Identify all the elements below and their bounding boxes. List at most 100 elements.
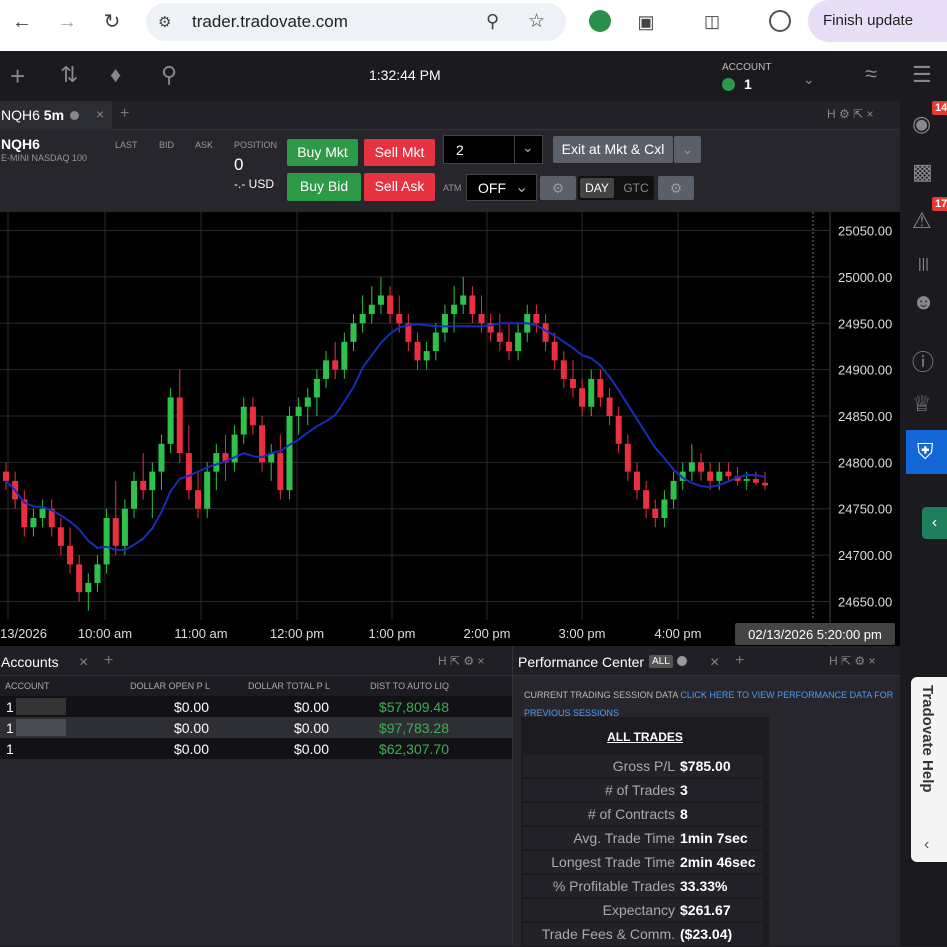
help-icon[interactable]: ⓘ xyxy=(912,345,934,377)
account-value[interactable]: 1 xyxy=(744,76,752,92)
candle-body xyxy=(688,462,695,472)
trophy-icon[interactable]: ♕ xyxy=(912,391,932,417)
candle-body xyxy=(350,323,357,342)
column-header[interactable]: DIST TO AUTO LIQ xyxy=(370,681,449,691)
add-tab-icon[interactable]: + xyxy=(120,105,129,123)
candle-body xyxy=(643,490,650,509)
candle-body xyxy=(496,332,503,342)
expand-panel-button[interactable]: ‹ xyxy=(922,507,947,539)
menu-icon[interactable]: ||| xyxy=(918,255,929,271)
shield-button[interactable]: ⛨ xyxy=(906,430,947,474)
order-panel: NQH6 E-MINI NASDAQ 100 LAST BID ASK POSI… xyxy=(0,130,900,212)
tradovate-help-tab[interactable]: Tradovate Help ‹ xyxy=(911,677,947,862)
warning-icon[interactable]: ⚠ xyxy=(912,208,932,234)
candle-body xyxy=(588,378,595,407)
stat-value: 33.33% xyxy=(680,878,728,894)
settings-sliders-icon[interactable]: ☰ xyxy=(912,62,932,88)
exit-dropdown-icon[interactable]: ⌄ xyxy=(674,136,701,163)
order-description: E-MINI NASDAQ 100 xyxy=(1,153,88,163)
table-row[interactable]: 1 $0.00 $0.00 $62,307.70 xyxy=(0,738,512,759)
stat-row: % Profitable Trades 33.33% xyxy=(523,875,763,897)
stat-row: Expectancy $261.67 xyxy=(523,899,763,921)
site-info-icon[interactable]: ⚙ xyxy=(158,13,178,31)
candle-body xyxy=(103,518,110,565)
tif-day[interactable]: DAY xyxy=(580,178,614,198)
panel-controls[interactable]: H ⇱ ⚙ × xyxy=(438,654,485,668)
candle-body xyxy=(441,314,448,333)
candle-body xyxy=(3,471,9,481)
stat-label: # of Contracts xyxy=(587,806,675,822)
atm-settings-icon[interactable]: ⚙ xyxy=(540,176,576,200)
chevron-down-icon[interactable]: ⌄ xyxy=(803,71,815,88)
forward-icon[interactable]: → xyxy=(54,9,80,35)
candle-body xyxy=(423,351,430,361)
column-header[interactable]: DOLLAR TOTAL P L xyxy=(248,681,330,691)
chat-icon[interactable]: ▩ xyxy=(912,159,933,185)
search-icon[interactable]: ⚲ xyxy=(161,62,177,88)
back-icon[interactable]: ← xyxy=(9,9,35,35)
tab-interval: 5m xyxy=(43,107,65,123)
stat-value: 8 xyxy=(680,806,688,822)
puzzle-icon[interactable]: ▣ xyxy=(633,9,659,35)
close-icon[interactable]: × xyxy=(710,654,719,672)
star-icon[interactable]: ☆ xyxy=(528,10,545,33)
status-dot xyxy=(677,656,687,666)
add-tab-icon[interactable]: + xyxy=(104,652,113,670)
transfer-icon[interactable]: ⇅ xyxy=(60,62,78,88)
atm-value: OFF xyxy=(478,180,506,196)
chart-icon[interactable]: ≈ xyxy=(865,61,877,87)
notification-badge: 14 xyxy=(932,101,947,115)
order-settings-icon[interactable]: ⚙ xyxy=(658,176,694,200)
column-header[interactable]: ACCOUNT xyxy=(5,681,50,691)
address-bar[interactable]: ⚙ trader.tradovate.com ⚲ ☆ xyxy=(146,3,566,41)
candle-body xyxy=(716,471,723,481)
exit-at-mkt-button[interactable]: Exit at Mkt & Cxl xyxy=(553,136,673,163)
total-pl-cell: $0.00 xyxy=(293,699,329,715)
panel-controls[interactable]: H ⇱ ⚙ × xyxy=(829,654,876,668)
sell-mkt-button[interactable]: Sell Mkt xyxy=(364,139,435,166)
candle-body xyxy=(368,304,375,314)
price-chart[interactable]: 25050.00 25000.00 24950.00 24900.00 24850.00… xyxy=(0,212,900,646)
candle-body xyxy=(176,397,183,454)
users-icon[interactable]: ☻ xyxy=(912,289,935,315)
stat-label: Avg. Trade Time xyxy=(573,830,675,846)
zoom-icon[interactable]: ⚲ xyxy=(486,11,499,32)
reload-icon[interactable]: ↻ xyxy=(99,9,125,35)
table-row[interactable]: 1 $0.00 $0.00 $57,809.48 xyxy=(0,696,512,717)
candle-body xyxy=(204,471,211,509)
panel-controls[interactable]: H ⚙ ⇱ × xyxy=(827,107,874,121)
open-pl-cell: $0.00 xyxy=(173,699,209,715)
sell-ask-button[interactable]: Sell Ask xyxy=(364,173,435,201)
cast-icon[interactable]: ◫ xyxy=(699,9,725,35)
atm-select[interactable]: OFF ⌄ xyxy=(466,174,537,201)
y-tick-label: 24700.00 xyxy=(838,548,892,563)
chart-tab-strip: NQH6 5m × + H ⚙ ⇱ × xyxy=(0,101,900,130)
session-text: CURRENT TRADING SESSION DATA xyxy=(524,690,678,700)
buy-bid-button[interactable]: Buy Bid xyxy=(287,173,361,201)
close-icon[interactable]: × xyxy=(79,654,88,672)
position-usd: -.- USD xyxy=(234,177,274,191)
profile-icon[interactable] xyxy=(769,10,791,32)
extension-icon[interactable] xyxy=(589,10,611,32)
all-badge[interactable]: ALL xyxy=(649,655,673,668)
tab-symbol: NQH6 xyxy=(1,107,40,123)
table-row[interactable]: 1 $0.00 $0.00 $97,783.28 xyxy=(0,717,512,738)
column-header[interactable]: DOLLAR OPEN P L xyxy=(130,681,210,691)
buy-mkt-button[interactable]: Buy Mkt xyxy=(287,139,358,166)
add-tab-icon[interactable]: + xyxy=(735,652,744,670)
url-text: trader.tradovate.com xyxy=(192,12,348,31)
bid-label: BID xyxy=(159,140,175,150)
trading-app: + ⇅ ♦ ⚲ 1:32:44 PM ACCOUNT 1 ⌄ ≈ ☰ ◉ 14 … xyxy=(0,51,947,947)
redacted-block xyxy=(16,698,66,715)
globe-icon[interactable]: ◉ xyxy=(912,111,931,137)
finish-update-button[interactable]: Finish update xyxy=(808,0,947,42)
candle-body xyxy=(515,332,522,352)
accounts-table-header: ACCOUNT DOLLAR OPEN P L DOLLAR TOTAL P L… xyxy=(0,676,512,696)
tab-chart-nqh6[interactable]: NQH6 5m × xyxy=(0,101,112,130)
close-icon[interactable]: × xyxy=(96,106,104,122)
chevron-down-icon[interactable]: ⌄ xyxy=(522,139,534,156)
add-icon[interactable]: + xyxy=(10,61,25,92)
tif-gtc[interactable]: GTC xyxy=(620,178,652,198)
bell-icon[interactable]: ♦ xyxy=(110,62,121,88)
quantity-input[interactable]: 2 ⌄ xyxy=(443,135,543,164)
